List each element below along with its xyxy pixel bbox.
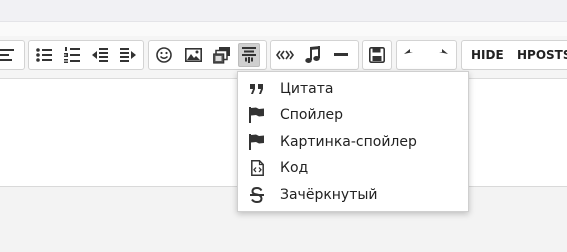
- horizontal-line-icon: [334, 53, 348, 56]
- bullet-list-button[interactable]: [33, 43, 55, 67]
- hposts-button[interactable]: HPOSTS: [517, 43, 567, 67]
- outdent-button[interactable]: [89, 43, 111, 67]
- strikethrough-icon: [248, 186, 266, 204]
- bullet-list-icon: [36, 48, 52, 62]
- horizontal-line-button[interactable]: [330, 43, 352, 67]
- image-button[interactable]: [182, 43, 204, 67]
- align-left-icon: [0, 49, 14, 61]
- outdent-icon: [92, 48, 108, 62]
- flag-icon: [248, 106, 266, 124]
- music-button[interactable]: [302, 43, 324, 67]
- code-file-icon: [248, 159, 266, 177]
- menu-item-spoiler[interactable]: Спойлер: [238, 102, 468, 128]
- menu-item-strikethrough[interactable]: Зачёркнутый: [238, 182, 468, 208]
- gallery-icon: [212, 46, 230, 64]
- menu-item-label: Зачёркнутый: [280, 187, 378, 203]
- menu-item-quote[interactable]: Цитата: [238, 76, 468, 102]
- music-icon: [305, 46, 320, 63]
- flag-icon: [248, 133, 266, 151]
- save-button[interactable]: [366, 43, 388, 67]
- menu-item-label: Спойлер: [280, 107, 344, 123]
- menu-item-label: Картинка-спойлер: [280, 134, 417, 150]
- hide-button[interactable]: HIDE: [471, 43, 504, 67]
- quote-marks-icon: [276, 50, 294, 60]
- paragraph-format-icon: [242, 47, 256, 63]
- quote-marks-button[interactable]: [274, 43, 296, 67]
- indent-icon: [120, 48, 136, 62]
- smiley-icon: [156, 47, 172, 63]
- quote-icon: [248, 80, 266, 98]
- redo-button[interactable]: [429, 43, 451, 67]
- menu-item-code[interactable]: Код: [238, 155, 468, 181]
- gallery-button[interactable]: [210, 43, 232, 67]
- menu-item-label: Код: [280, 160, 309, 176]
- paragraph-format-button[interactable]: [238, 43, 260, 67]
- numbered-list-button[interactable]: [61, 43, 83, 67]
- format-dropdown-menu: Цитата Спойлер Картинка-спойлер Код Зачё…: [237, 71, 469, 212]
- undo-button[interactable]: [401, 43, 423, 67]
- align-left-button[interactable]: [0, 43, 18, 67]
- redo-icon: [439, 49, 448, 54]
- menu-item-image-spoiler[interactable]: Картинка-спойлер: [238, 129, 468, 155]
- save-icon: [369, 47, 385, 63]
- undo-icon: [404, 49, 413, 54]
- numbered-list-icon: [64, 47, 80, 63]
- image-icon: [184, 48, 202, 62]
- indent-button[interactable]: [117, 43, 139, 67]
- menu-item-label: Цитата: [280, 81, 334, 97]
- top-band-lower: [0, 22, 567, 36]
- smiley-button[interactable]: [153, 43, 175, 67]
- top-band: [0, 0, 567, 22]
